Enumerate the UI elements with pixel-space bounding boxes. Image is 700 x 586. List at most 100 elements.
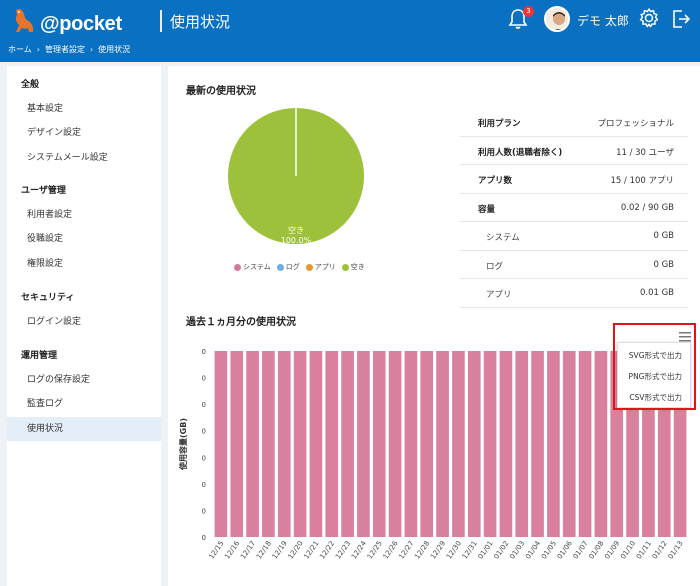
bar-01-04[interactable] bbox=[531, 351, 544, 537]
legend-dot bbox=[341, 263, 349, 271]
bar-12-28[interactable] bbox=[420, 351, 434, 537]
monthly-usage-title: 過去１ヵ月分の使用状況 bbox=[186, 317, 296, 328]
x-tick-label: 01/04 bbox=[524, 539, 542, 561]
y-tick-label: 0 bbox=[202, 534, 206, 542]
bar-01-05[interactable] bbox=[547, 351, 560, 537]
bar-01-02[interactable] bbox=[499, 351, 513, 537]
bar-12-25[interactable] bbox=[372, 351, 386, 537]
pie-data-label-name: 空き bbox=[288, 225, 304, 235]
sidebar-group-security: セキュリティ bbox=[21, 293, 75, 303]
legend-dot bbox=[276, 263, 284, 271]
row-label: 容量 bbox=[478, 204, 496, 215]
breadcrumb-separator: › bbox=[89, 45, 94, 54]
logout-icon[interactable] bbox=[670, 8, 692, 30]
usage-pie-chart: 空き 100.0% bbox=[228, 108, 364, 245]
bar-12-16[interactable] bbox=[230, 351, 244, 537]
x-tick-label: 12/25 bbox=[366, 540, 384, 561]
usage-row-log: ログ 0 GB bbox=[460, 251, 688, 279]
bar-01-03[interactable] bbox=[515, 351, 529, 537]
app-header: @pocket 使用状況 ホーム › 管理者設定 › 使用状況 3 デモ 太郎 bbox=[0, 0, 700, 62]
sidebar-item-system-mail-settings[interactable]: システムメール設定 bbox=[7, 146, 161, 170]
bar-12-18[interactable] bbox=[262, 351, 275, 537]
legend-item-app[interactable]: アプリ bbox=[305, 262, 336, 272]
row-value: 0.01 GB bbox=[639, 288, 674, 298]
legend-dot bbox=[234, 263, 241, 271]
x-tick-label: 12/16 bbox=[223, 539, 241, 561]
legend-item-log[interactable]: ログ bbox=[276, 262, 300, 272]
usage-row-plan: 利用プラン プロフェッショナル bbox=[460, 108, 688, 137]
bar-12-15[interactable] bbox=[214, 351, 228, 537]
page-title: 使用状況 bbox=[170, 13, 231, 31]
x-tick-label: 12/19 bbox=[271, 540, 289, 561]
row-value: 11 / 30 ユーザ bbox=[616, 147, 674, 158]
row-value: 0.02 / 90 GB bbox=[620, 202, 674, 213]
x-tick-label: 01/07 bbox=[572, 540, 590, 561]
sidebar-item-permission-settings[interactable]: 権限設定 bbox=[7, 252, 161, 276]
bar-12-17[interactable] bbox=[246, 351, 259, 537]
x-tick-label: 01/12 bbox=[651, 540, 669, 561]
x-tick-label: 12/17 bbox=[239, 540, 257, 561]
x-tick-label: 01/01 bbox=[477, 540, 495, 561]
sidebar-item-log-retention[interactable]: ログの保存設定 bbox=[7, 368, 161, 392]
x-tick-label: 01/13 bbox=[667, 540, 685, 561]
sidebar-item-position-settings[interactable]: 役職設定 bbox=[7, 227, 161, 251]
sidebar-item-login-settings[interactable]: ログイン設定 bbox=[7, 310, 161, 334]
legend-label: 空き bbox=[350, 263, 365, 271]
user-photo-icon bbox=[546, 8, 568, 30]
user-name[interactable]: デモ 太郎 bbox=[577, 12, 629, 29]
breadcrumb-home[interactable]: ホーム bbox=[8, 44, 32, 55]
bar-01-06[interactable] bbox=[562, 351, 576, 537]
highlight-frame bbox=[613, 323, 696, 410]
bar-12-27[interactable] bbox=[404, 351, 418, 537]
x-tick-label: 01/10 bbox=[619, 540, 637, 561]
x-tick-label: 12/26 bbox=[382, 539, 400, 561]
usage-row-users: 利用人数(退職者除く) 11 / 30 ユーザ bbox=[460, 137, 688, 165]
notification-badge: 3 bbox=[523, 6, 534, 17]
bar-12-21[interactable] bbox=[309, 351, 323, 537]
x-tick-label: 12/23 bbox=[334, 540, 352, 561]
sidebar-item-usage-status[interactable]: 使用状況 bbox=[7, 417, 161, 441]
usage-row-capacity: 容量 0.02 / 90 GB bbox=[460, 194, 688, 222]
x-tick-label: 01/03 bbox=[508, 540, 526, 561]
row-value: プロフェッショナル bbox=[597, 119, 674, 129]
usage-summary-table: 利用プラン プロフェッショナル 利用人数(退職者除く) 11 / 30 ユーザ アプ… bbox=[460, 108, 688, 308]
y-tick-label: 0 bbox=[202, 401, 206, 409]
bar-12-22[interactable] bbox=[325, 351, 339, 537]
sidebar-group-operations: 運用管理 bbox=[21, 351, 58, 361]
sidebar-item-basic-settings[interactable]: 基本設定 bbox=[7, 97, 161, 121]
bar-12-19[interactable] bbox=[277, 351, 291, 537]
bar-12-30[interactable] bbox=[452, 351, 465, 537]
pie-data-label-value: 100.0% bbox=[281, 236, 312, 245]
bar-12-31[interactable] bbox=[467, 351, 481, 537]
x-tick-label: 12/21 bbox=[302, 540, 320, 561]
bar-12-24[interactable] bbox=[357, 351, 370, 537]
row-label: ログ bbox=[486, 261, 504, 272]
bar-12-29[interactable] bbox=[436, 351, 449, 537]
x-tick-label: 12/20 bbox=[287, 540, 305, 561]
breadcrumb-admin-settings[interactable]: 管理者設定 bbox=[45, 44, 85, 55]
sidebar-item-audit-log[interactable]: 監査ログ bbox=[7, 392, 161, 416]
app-logo[interactable]: @pocket bbox=[8, 6, 128, 36]
bar-01-01[interactable] bbox=[483, 351, 497, 537]
legend-item-free[interactable]: 空き bbox=[341, 262, 365, 272]
legend-item-system[interactable]: システム bbox=[234, 262, 271, 272]
bar-12-20[interactable] bbox=[293, 351, 307, 537]
y-tick-label: 0 bbox=[202, 507, 206, 515]
gear-icon[interactable] bbox=[638, 7, 660, 29]
sidebar-item-user-settings[interactable]: 利用者設定 bbox=[7, 203, 161, 227]
bar-12-26[interactable] bbox=[388, 351, 402, 537]
y-tick-label: 0 bbox=[202, 481, 206, 489]
bar-01-07[interactable] bbox=[578, 351, 592, 537]
y-tick-label: 0 bbox=[202, 454, 206, 462]
app-name: @pocket bbox=[40, 13, 122, 35]
sidebar-item-design-settings[interactable]: デザイン設定 bbox=[7, 121, 161, 145]
x-tick-label: 01/05 bbox=[540, 540, 558, 561]
y-tick-label: 0 bbox=[202, 375, 206, 383]
avatar[interactable] bbox=[544, 6, 570, 32]
header-divider bbox=[160, 10, 162, 32]
legend-label: アプリ bbox=[314, 263, 336, 271]
bar-01-08[interactable] bbox=[594, 351, 608, 537]
breadcrumb-current: 使用状況 bbox=[98, 45, 131, 54]
kangaroo-logo-icon bbox=[15, 8, 34, 32]
bar-12-23[interactable] bbox=[341, 351, 354, 537]
